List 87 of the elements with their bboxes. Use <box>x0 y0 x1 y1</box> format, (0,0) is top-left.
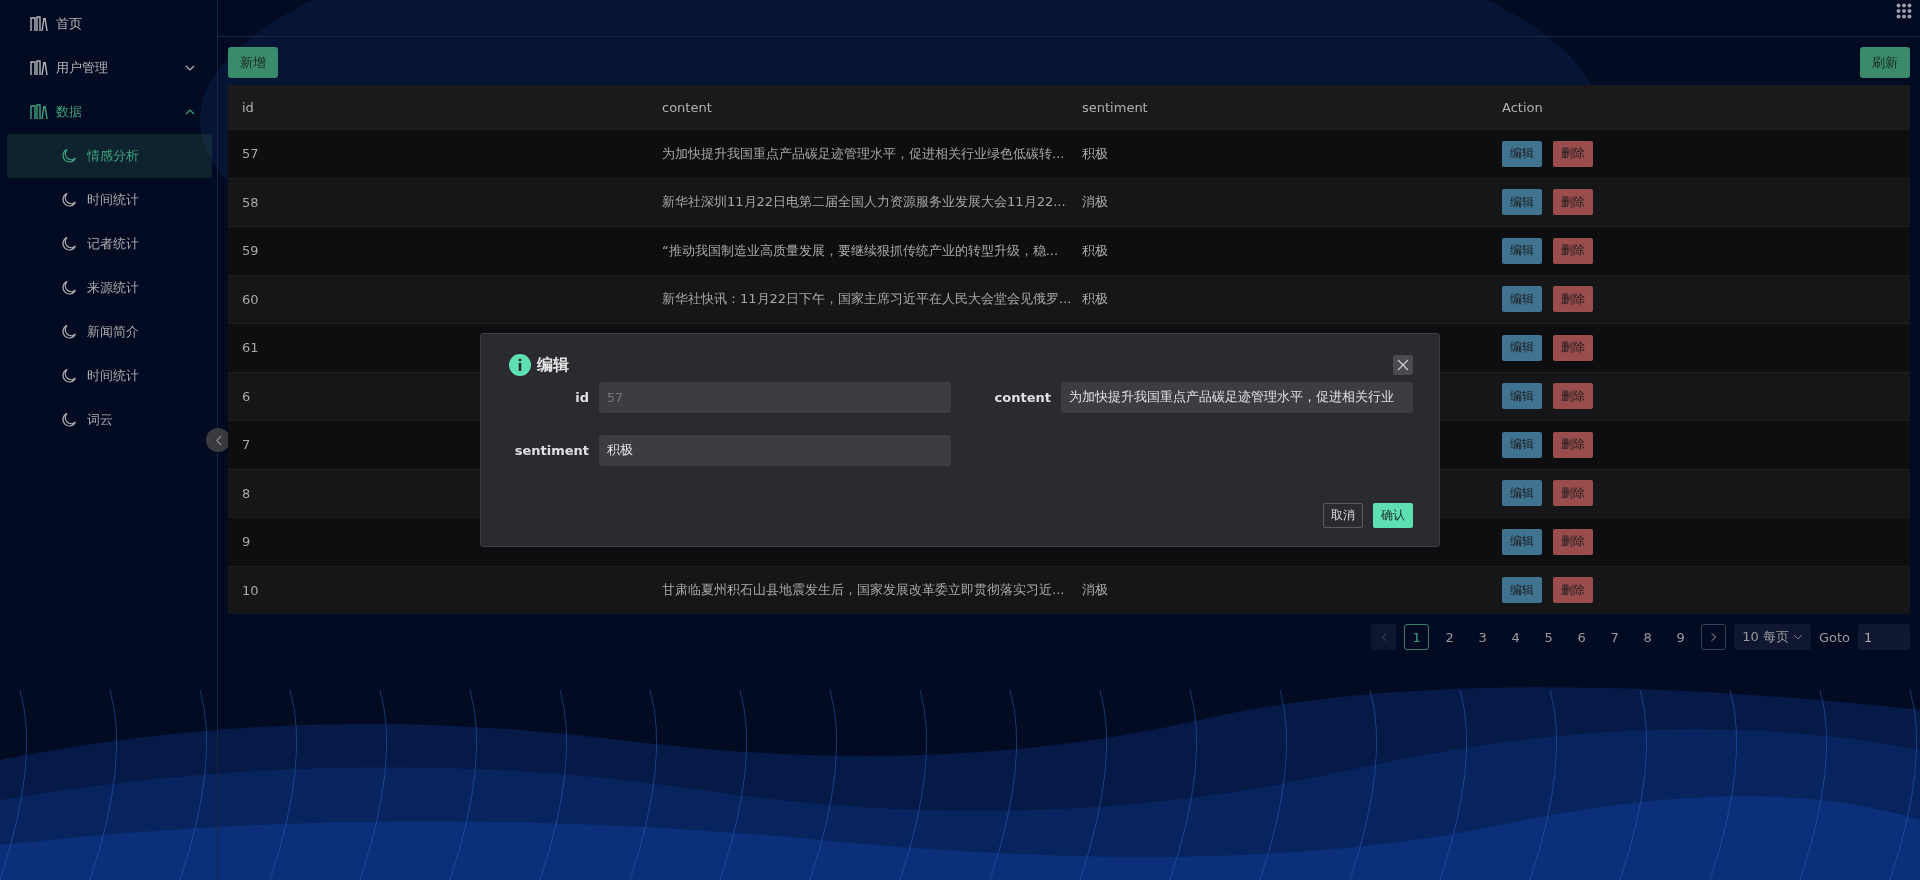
moon-icon <box>61 280 77 296</box>
bar-chart-icon <box>30 104 48 120</box>
add-button[interactable]: 新增 <box>228 47 278 78</box>
moon-icon <box>61 236 77 252</box>
cancel-button[interactable]: 取消 <box>1323 503 1363 528</box>
text-field[interactable]: 积极 <box>599 435 951 466</box>
edit-button[interactable]: 编辑 <box>1502 480 1542 507</box>
nav-subitem[interactable]: 记者统计 <box>7 222 212 266</box>
edit-button[interactable]: 编辑 <box>1502 189 1542 216</box>
page-button[interactable]: 9 <box>1668 624 1694 650</box>
goto-label: Goto <box>1818 629 1850 645</box>
dialog-title: 编辑 <box>537 354 570 376</box>
edit-button[interactable]: 编辑 <box>1502 140 1542 167</box>
column-header: sentiment <box>1081 99 1148 115</box>
close-button[interactable] <box>1393 355 1413 375</box>
table-cell: 60 <box>242 291 259 307</box>
nav-subitem[interactable]: 时间统计 <box>7 354 212 398</box>
moon-icon <box>61 324 77 340</box>
table-cell: 为加快提升我国重点产品碳足迹管理水平，促进相关行业绿色低碳转... <box>662 145 1065 161</box>
table-cell: 消极 <box>1082 582 1108 598</box>
column-header: id <box>241 99 254 115</box>
nav-subitem[interactable]: 来源统计 <box>7 266 212 310</box>
confirm-button[interactable]: 确认 <box>1373 503 1413 528</box>
table-cell: 10 <box>242 582 259 598</box>
field-label: sentiment <box>513 443 589 458</box>
column-header: content <box>661 99 712 115</box>
chevron-right-icon <box>1710 632 1717 642</box>
table-cell: 甘肃临夏州积石山县地震发生后，国家发展改革委立即贯彻落实习近... <box>662 582 1065 598</box>
nav-subitem[interactable]: 新闻简介 <box>7 310 212 354</box>
nav-subitem[interactable]: 时间统计 <box>7 178 212 222</box>
table-cell: 7 <box>242 437 251 453</box>
table-cell: 新华社快讯：11月22日下午，国家主席习近平在人民大会堂会见俄罗... <box>662 291 1072 307</box>
page-button[interactable]: 3 <box>1470 624 1496 650</box>
chevron-left-icon <box>1380 632 1387 642</box>
caret-icon <box>185 65 195 71</box>
page-button[interactable]: 5 <box>1536 624 1562 650</box>
caret-icon <box>185 109 195 115</box>
bar-chart-icon <box>30 16 48 32</box>
apps-grid-icon[interactable] <box>1896 3 1912 19</box>
edit-button[interactable]: 编辑 <box>1502 334 1542 361</box>
close-icon <box>1397 359 1409 371</box>
table-cell: 积极 <box>1082 242 1108 258</box>
table-cell: 58 <box>242 194 259 210</box>
edit-button[interactable]: 编辑 <box>1502 528 1542 555</box>
nav-item[interactable]: 数据 <box>0 90 217 134</box>
text-field[interactable]: 为加快提升我国重点产品碳足迹管理水平，促进相关行业 <box>1061 382 1413 413</box>
table-cell: 积极 <box>1082 145 1108 161</box>
table-cell: “推动我国制造业高质量发展，要继续狠抓传统产业的转型升级，稳... <box>662 242 1059 258</box>
table-cell: 8 <box>242 485 251 501</box>
moon-icon <box>61 192 77 208</box>
moon-icon <box>61 412 77 428</box>
table-cell: 57 <box>242 146 259 162</box>
page-button[interactable]: 8 <box>1635 624 1661 650</box>
edit-button[interactable]: 编辑 <box>1502 286 1542 313</box>
goto-field[interactable]: 1 <box>1858 624 1910 650</box>
table-cell: 消极 <box>1082 194 1108 210</box>
table-cell: 9 <box>242 534 251 550</box>
table-cell: 61 <box>242 340 259 356</box>
page-size-select[interactable]: 10 每页 <box>1734 624 1811 650</box>
page-button[interactable]: 4 <box>1503 624 1529 650</box>
column-header: Action <box>1501 99 1543 115</box>
field-label: id <box>574 390 589 405</box>
table-cell: 新华社深圳11月22日电第二届全国人力资源服务业发展大会11月22... <box>662 194 1066 210</box>
field-label: content <box>993 390 1051 405</box>
next-page-button[interactable] <box>1701 624 1727 650</box>
caret-icon <box>1792 634 1803 640</box>
page-button[interactable]: 7 <box>1602 624 1628 650</box>
table-cell: 6 <box>242 388 251 404</box>
page-button[interactable]: 2 <box>1437 624 1463 650</box>
moon-icon <box>61 368 77 384</box>
edit-button[interactable]: 编辑 <box>1502 577 1542 604</box>
nav-subitem[interactable]: 词云 <box>7 398 212 442</box>
edit-button[interactable]: 编辑 <box>1502 431 1542 458</box>
bar-chart-icon <box>30 60 48 76</box>
nav-item[interactable]: 首页 <box>0 2 217 46</box>
refresh-button[interactable]: 刷新 <box>1860 47 1910 78</box>
chevron-left-icon <box>214 434 222 446</box>
info-icon <box>509 354 531 376</box>
edit-button[interactable]: 编辑 <box>1502 237 1542 264</box>
table-cell: 59 <box>242 243 259 259</box>
moon-icon <box>61 148 77 164</box>
page-button[interactable]: 1 <box>1404 624 1430 650</box>
page-button[interactable]: 6 <box>1569 624 1595 650</box>
table-cell: 积极 <box>1082 291 1108 307</box>
edit-button[interactable]: 编辑 <box>1502 383 1542 410</box>
nav-item[interactable]: 用户管理 <box>0 46 217 90</box>
nav-subitem[interactable]: 情感分析 <box>7 134 212 178</box>
